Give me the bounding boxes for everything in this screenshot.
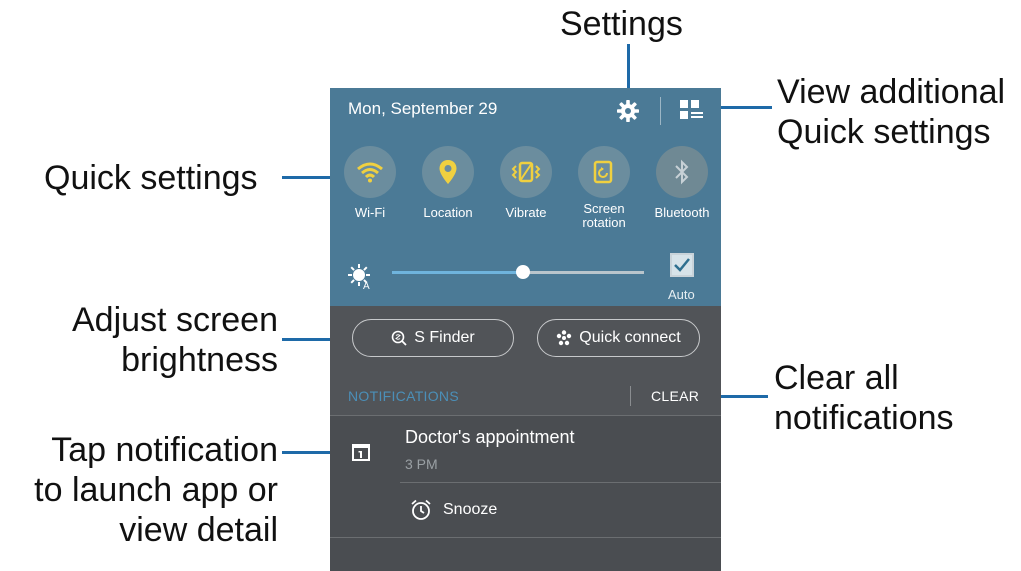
- callout-clear-all: Clear all notifications: [774, 358, 954, 438]
- bluetooth-icon: [675, 159, 689, 185]
- notification-title: Doctor's appointment: [405, 427, 575, 447]
- callout-quick-settings: Quick settings: [44, 159, 258, 197]
- callout-view-additional-line1: View additional: [777, 73, 1006, 111]
- quick-settings-grid-icon[interactable]: [679, 99, 705, 121]
- callout-view-additional: View additional Quick settings: [777, 72, 1005, 152]
- brightness-slider-fill: [392, 271, 524, 274]
- svg-text:A: A: [363, 281, 370, 290]
- auto-brightness-checkbox[interactable]: [670, 253, 694, 277]
- tile-vibrate-label: Vibrate: [505, 205, 547, 220]
- callout-adjust-line2: brightness: [121, 341, 278, 379]
- s-finder-button[interactable]: S Finder: [352, 319, 514, 357]
- tile-rotation-label-line1: Screen: [583, 201, 625, 216]
- location-circle: [422, 146, 474, 198]
- snooze-button[interactable]: Snooze: [443, 501, 497, 519]
- callout-adjust-brightness: Adjust screen brightness: [50, 300, 278, 380]
- callout-clear-line2: notifications: [774, 399, 954, 437]
- s-finder-search-icon: [391, 330, 407, 346]
- checkmark-icon: [674, 258, 690, 272]
- quick-connect-button[interactable]: Quick connect: [537, 319, 700, 357]
- vibrate-circle: [500, 146, 552, 198]
- auto-brightness-label: Auto: [668, 287, 695, 302]
- notifications-header-divider: [630, 386, 631, 406]
- alarm-clock-icon: [411, 499, 431, 520]
- callout-tap-line3: view detail: [119, 511, 278, 549]
- callout-clear-line1: Clear all: [774, 359, 899, 397]
- location-icon: [439, 160, 457, 184]
- screen-rotation-icon: [593, 160, 613, 184]
- tile-bluetooth[interactable]: Bluetooth: [643, 146, 721, 246]
- clear-notifications-button[interactable]: CLEAR: [651, 388, 699, 404]
- callout-tap-line2: to launch app or: [34, 471, 278, 509]
- tile-location[interactable]: Location: [409, 146, 487, 246]
- tile-bluetooth-label: Bluetooth: [654, 205, 710, 220]
- tile-rotation-label-line2: rotation: [582, 215, 626, 230]
- callout-adjust-line1: Adjust screen: [72, 301, 278, 339]
- notification-top-divider: [330, 415, 721, 416]
- notification-action-divider: [400, 482, 721, 483]
- tile-wifi-label: Wi-Fi: [354, 205, 386, 220]
- callout-tap-line1: Tap notification: [51, 431, 278, 469]
- vibrate-icon: [511, 161, 541, 183]
- tile-wifi[interactable]: Wi-Fi: [331, 146, 409, 246]
- callout-settings: Settings: [560, 5, 683, 43]
- top-bar-divider: [660, 97, 661, 125]
- tile-screen-rotation[interactable]: Screen rotation: [565, 146, 643, 246]
- notification-panel: Mon, September 29 Wi-Fi Location Vibrate…: [330, 88, 721, 571]
- quick-connect-label: Quick connect: [579, 329, 681, 346]
- notifications-header: NOTIFICATIONS: [348, 388, 459, 404]
- bluetooth-circle: [656, 146, 708, 198]
- wifi-icon: [357, 162, 383, 183]
- s-finder-label: S Finder: [414, 329, 475, 346]
- notification-bottom-divider: [330, 537, 721, 538]
- calendar-icon: [352, 444, 370, 461]
- tile-location-label: Location: [423, 205, 473, 220]
- date-label: Mon, September 29: [348, 99, 498, 118]
- settings-gear-icon[interactable]: [616, 99, 640, 123]
- wifi-circle: [344, 146, 396, 198]
- callout-view-additional-line2: Quick settings: [777, 113, 991, 151]
- quick-connect-icon: [557, 330, 572, 346]
- rotation-circle: [578, 146, 630, 198]
- quick-settings-tiles: Wi-Fi Location Vibrate Screen rotation B…: [330, 146, 721, 246]
- notification-time: 3 PM: [405, 456, 438, 472]
- callout-tap-notification: Tap notification to launch app or view d…: [0, 430, 278, 550]
- brightness-slider-knob[interactable]: [516, 265, 531, 279]
- tile-rotation-label: Screen rotation: [565, 202, 643, 230]
- brightness-auto-icon: A: [348, 264, 370, 290]
- tile-vibrate[interactable]: Vibrate: [487, 146, 565, 246]
